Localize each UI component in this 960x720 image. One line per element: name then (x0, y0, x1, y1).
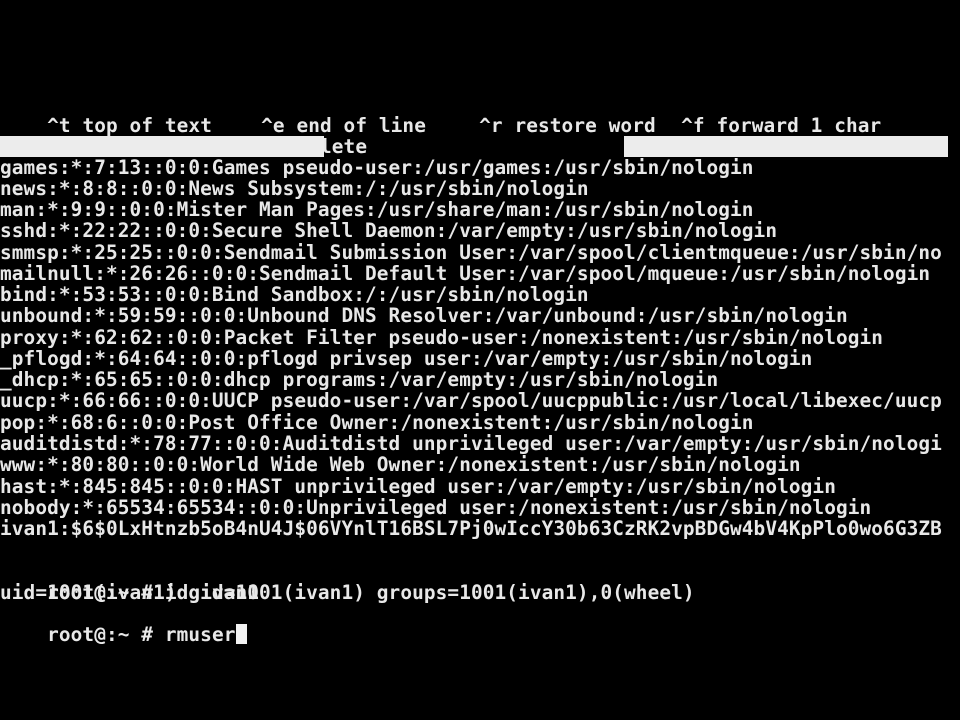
help-command: ^c command (0, 115, 165, 157)
passwd-line: man:*:9:9::0:0:Mister Man Pages:/usr/sha… (0, 198, 754, 221)
passwd-line-ivan1: ivan1:$6$0LxHtnzb5oB4nU4J$06VYnlT16BSL7P… (0, 517, 942, 540)
shell-command-input[interactable]: rmuser (165, 623, 236, 646)
passwd-line: sshd:*:22:22::0:0:Secure Shell Daemon:/v… (0, 219, 778, 242)
help-restore-word: ^r restore word (432, 94, 656, 136)
help-key: ^r (479, 114, 503, 137)
passwd-line: pop:*:68:6::0:0:Post Office Owner:/nonex… (0, 411, 754, 434)
passwd-line: news:*:8:8::0:0:News Subsystem:/:/usr/sb… (0, 177, 589, 200)
editor-status-bar-fill: ============================ (624, 136, 948, 157)
help-delete: ^d delete (214, 115, 367, 157)
help-top-of-text: ^t top of text (0, 94, 212, 136)
text-cursor (235, 624, 247, 644)
shell-line-id-command: root@:~ # id ivan1 (0, 561, 259, 603)
passwd-line: games:*:7:13::0:0:Games pseudo-user:/usr… (0, 156, 754, 179)
passwd-line: _dhcp:*:65:65::0:0:dhcp programs:/var/em… (0, 368, 719, 391)
shell-line-current[interactable]: root@:~ # rmuser (0, 603, 247, 645)
help-end-of-line: ^e end of line (214, 94, 426, 136)
passwd-line: unbound:*:59:59::0:0:Unbound DNS Resolve… (0, 304, 848, 327)
passwd-line: proxy:*:62:62::0:0:Packet Filter pseudo-… (0, 326, 884, 349)
help-next-word: ^z next word (634, 115, 822, 157)
shell-output-id: uid=1001(ivan1) gid=1001(ivan1) groups=1… (0, 581, 695, 604)
passwd-line: auditdistd:*:78:77::0:0:Auditdistd unpri… (0, 432, 942, 455)
passwd-line: bind:*:53:53::0:0:Bind Sandbox:/:/usr/sb… (0, 283, 589, 306)
passwd-line: nobody:*:65534:65534::0:0:Unprivileged u… (0, 496, 872, 519)
passwd-line: hast:*:845:845::0:0:HAST unprivileged us… (0, 475, 836, 498)
shell-prompt: root@:~ # (47, 623, 154, 646)
editor-status-bar: =====line 27 col 0 lines fr (0, 136, 324, 157)
terminal-screen[interactable]: ^t top of text ^e end of line ^r restore… (0, 0, 960, 720)
passwd-line: uucp:*:66:66::0:0:UUCP pseudo-user:/var/… (0, 389, 942, 412)
passwd-line: smmsp:*:25:25::0:0:Sendmail Submission U… (0, 241, 942, 264)
passwd-line: _pflogd:*:64:64::0:0:pflogd privsep user… (0, 347, 813, 370)
help-forward-char: ^f forward 1 char (634, 94, 881, 136)
passwd-line: mailnull:*:26:26::0:0:Sendmail Default U… (0, 262, 931, 285)
passwd-line: www:*:80:80::0:0:World Wide Web Owner:/n… (0, 453, 801, 476)
